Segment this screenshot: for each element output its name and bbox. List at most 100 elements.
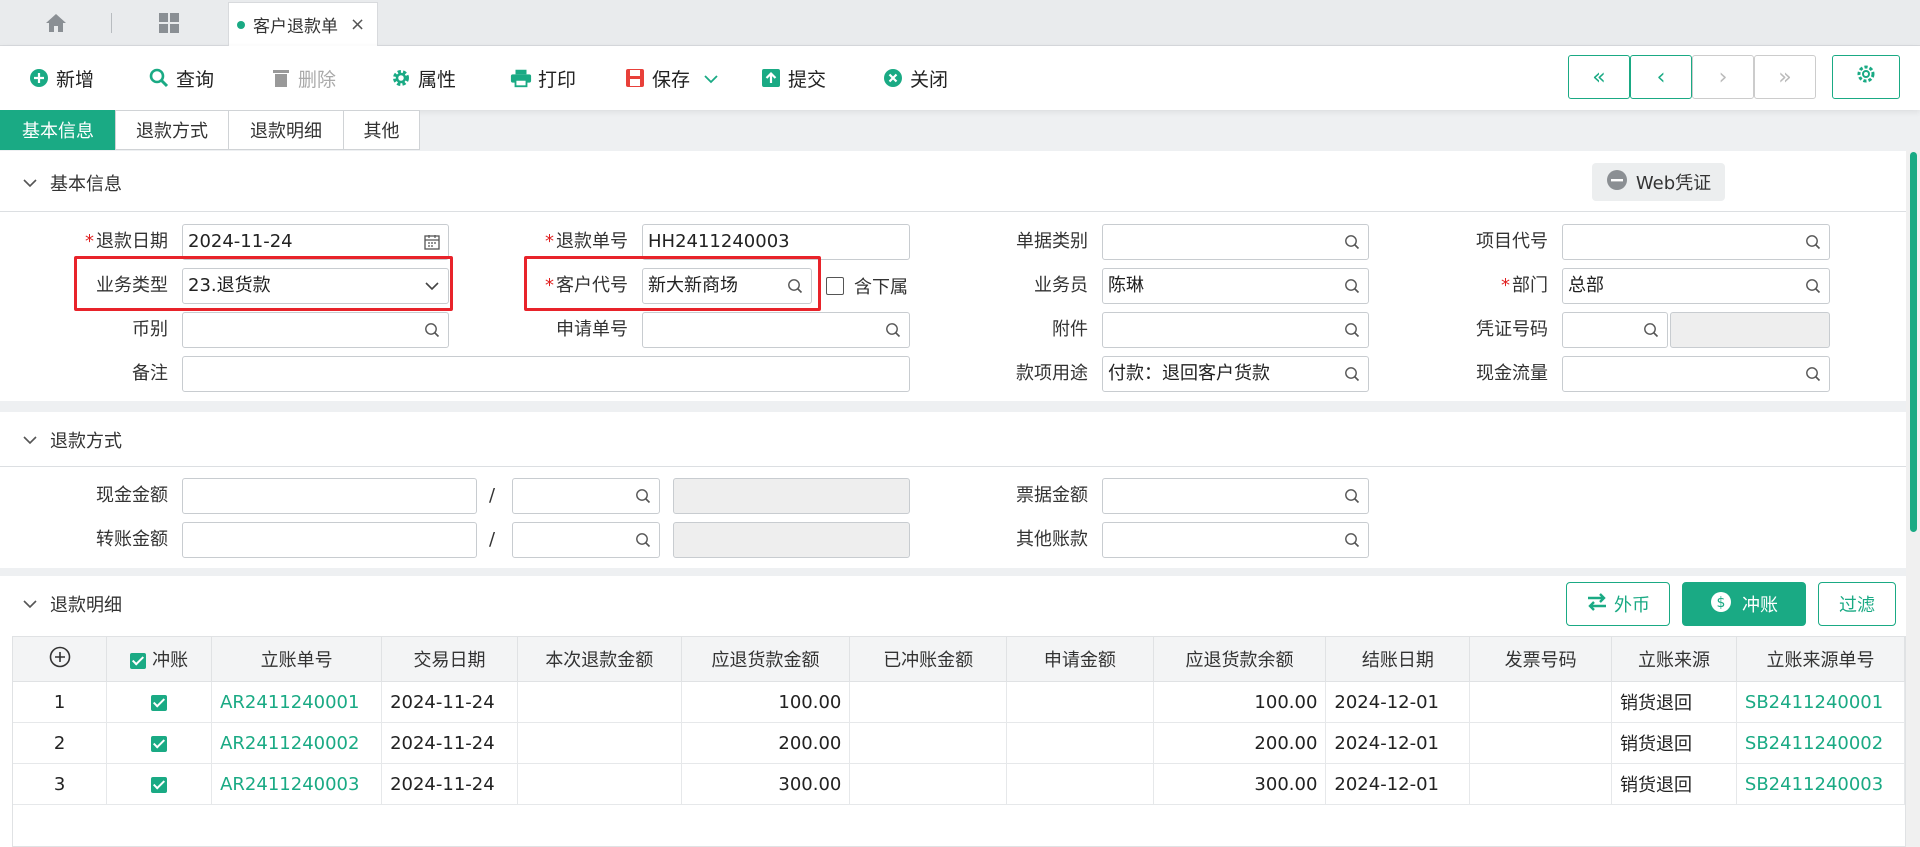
checked-checkbox-icon[interactable] <box>151 776 168 793</box>
delete-button[interactable]: 删除 <box>270 46 336 110</box>
doc-type-input[interactable] <box>1102 224 1369 260</box>
col-balance[interactable]: 应退货款余额 <box>1153 637 1327 682</box>
search-icon[interactable] <box>1344 234 1360 250</box>
close-tab-icon[interactable]: × <box>350 14 365 35</box>
search-icon[interactable] <box>787 278 803 294</box>
foreign-currency-button[interactable]: 外币 <box>1566 582 1670 626</box>
search-icon[interactable] <box>1805 278 1821 294</box>
customer-code-input[interactable]: 新大新商场 <box>642 268 812 304</box>
checked-checkbox-icon[interactable] <box>130 653 147 669</box>
chevron-down-icon[interactable] <box>424 278 440 294</box>
dept-input[interactable]: 总部 <box>1562 268 1830 304</box>
transfer-account-input[interactable] <box>512 522 660 558</box>
col-offset[interactable]: 冲账 <box>106 637 213 682</box>
other-account-input[interactable] <box>1102 522 1369 558</box>
refund-method-header[interactable]: 退款方式 <box>0 420 122 460</box>
salesman-input[interactable]: 陈琳 <box>1102 268 1369 304</box>
bill-amount-input[interactable] <box>1102 478 1369 514</box>
col-invoice[interactable]: 发票号码 <box>1469 637 1613 682</box>
home-icon[interactable] <box>44 12 68 34</box>
source-no-link[interactable]: SB2411240003 <box>1736 763 1905 805</box>
checked-checkbox-icon[interactable] <box>151 735 168 752</box>
row-checkbox[interactable] <box>106 681 213 723</box>
tab-refund-method[interactable]: 退款方式 <box>115 110 229 150</box>
transfer-amount-input[interactable] <box>182 522 477 558</box>
search-icon[interactable] <box>1344 322 1360 338</box>
biz-type-select[interactable]: 23.退货款 <box>182 268 449 304</box>
row-checkbox[interactable] <box>106 722 213 764</box>
currency-input[interactable] <box>182 312 449 348</box>
row-checkbox[interactable] <box>106 763 213 805</box>
search-icon[interactable] <box>1344 366 1360 382</box>
col-apply-amount[interactable]: 申请金额 <box>1006 637 1154 682</box>
checked-checkbox-icon[interactable] <box>151 694 168 711</box>
tab-basic-info[interactable]: 基本信息 <box>0 110 116 150</box>
chevron-down-icon[interactable] <box>704 67 718 89</box>
col-ar-no[interactable]: 立账单号 <box>211 637 383 682</box>
col-trade-date[interactable]: 交易日期 <box>381 637 519 682</box>
add-row-header[interactable] <box>13 637 108 682</box>
purpose-input[interactable]: 付款：退回客户货款 <box>1102 356 1369 392</box>
search-icon[interactable] <box>424 322 440 338</box>
this-amount-cell[interactable] <box>517 681 682 723</box>
add-button[interactable]: 新增 <box>28 46 94 110</box>
nav-prev-button[interactable]: ‹ <box>1630 55 1692 99</box>
source-no-link[interactable]: SB2411240002 <box>1736 722 1905 764</box>
nav-next-button[interactable]: › <box>1692 55 1754 99</box>
tab-other[interactable]: 其他 <box>343 110 420 150</box>
col-due-amount[interactable]: 应退货款金额 <box>681 637 851 682</box>
table-row[interactable]: 3 AR2411240003 2024-11-24 300.00 300.00 … <box>13 763 1905 805</box>
offset-button[interactable]: $ 冲账 <box>1682 582 1806 626</box>
col-this-amount[interactable]: 本次退款金额 <box>517 637 682 682</box>
search-icon[interactable] <box>885 322 901 338</box>
this-amount-cell[interactable] <box>517 722 682 764</box>
this-amount-cell[interactable] <box>517 763 682 805</box>
close-button[interactable]: 关闭 <box>882 46 948 110</box>
refund-no-input[interactable]: HH2411240003 <box>642 224 910 260</box>
refund-date-input[interactable]: 2024-11-24 <box>182 224 449 260</box>
col-offset-amount[interactable]: 已冲账金额 <box>849 637 1007 682</box>
tab-customer-refund[interactable]: 客户退款单 × <box>228 2 378 46</box>
apply-no-input[interactable] <box>642 312 910 348</box>
search-icon[interactable] <box>1643 322 1659 338</box>
cashflow-input[interactable] <box>1562 356 1830 392</box>
calendar-icon[interactable] <box>424 234 440 250</box>
cash-amount-input[interactable] <box>182 478 477 514</box>
include-sub-checkbox[interactable]: 含下属 <box>826 268 908 304</box>
basic-info-header[interactable]: 基本信息 <box>0 163 122 203</box>
page-scrollbar[interactable] <box>1906 150 1920 847</box>
remark-input[interactable] <box>182 356 910 392</box>
source-no-link[interactable]: SB2411240001 <box>1736 681 1905 723</box>
nav-last-button[interactable]: » <box>1754 55 1816 99</box>
nav-first-button[interactable]: « <box>1568 55 1630 99</box>
search-icon[interactable] <box>635 532 651 548</box>
search-icon[interactable] <box>1805 234 1821 250</box>
ar-no-link[interactable]: AR2411240001 <box>211 681 383 723</box>
table-row[interactable]: 1 AR2411240001 2024-11-24 100.00 100.00 … <box>13 681 1905 723</box>
print-button[interactable]: 打印 <box>510 46 576 110</box>
scrollbar-thumb[interactable] <box>1910 152 1917 532</box>
col-source[interactable]: 立账来源 <box>1611 637 1737 682</box>
grid-icon[interactable] <box>158 12 180 34</box>
project-code-input[interactable] <box>1562 224 1830 260</box>
search-icon[interactable] <box>1805 366 1821 382</box>
search-icon[interactable] <box>635 488 651 504</box>
search-icon[interactable] <box>1344 488 1360 504</box>
submit-button[interactable]: 提交 <box>760 46 826 110</box>
save-button[interactable]: 保存 <box>624 46 718 110</box>
table-row[interactable]: 2 AR2411240002 2024-11-24 200.00 200.00 … <box>13 722 1905 764</box>
search-icon[interactable] <box>1344 532 1360 548</box>
ar-no-link[interactable]: AR2411240002 <box>211 722 383 764</box>
refund-detail-header[interactable]: 退款明细 <box>0 584 122 624</box>
attachment-input[interactable] <box>1102 312 1369 348</box>
properties-button[interactable]: 属性 <box>390 46 456 110</box>
col-close-date[interactable]: 结账日期 <box>1325 637 1471 682</box>
query-button[interactable]: 查询 <box>148 46 214 110</box>
search-icon[interactable] <box>1344 278 1360 294</box>
ar-no-link[interactable]: AR2411240003 <box>211 763 383 805</box>
voucher-no-input[interactable] <box>1562 312 1668 348</box>
settings-button[interactable] <box>1832 55 1900 99</box>
cash-account-input[interactable] <box>512 478 660 514</box>
col-source-no[interactable]: 立账来源单号 <box>1736 637 1905 682</box>
add-circle-icon[interactable] <box>49 646 71 668</box>
